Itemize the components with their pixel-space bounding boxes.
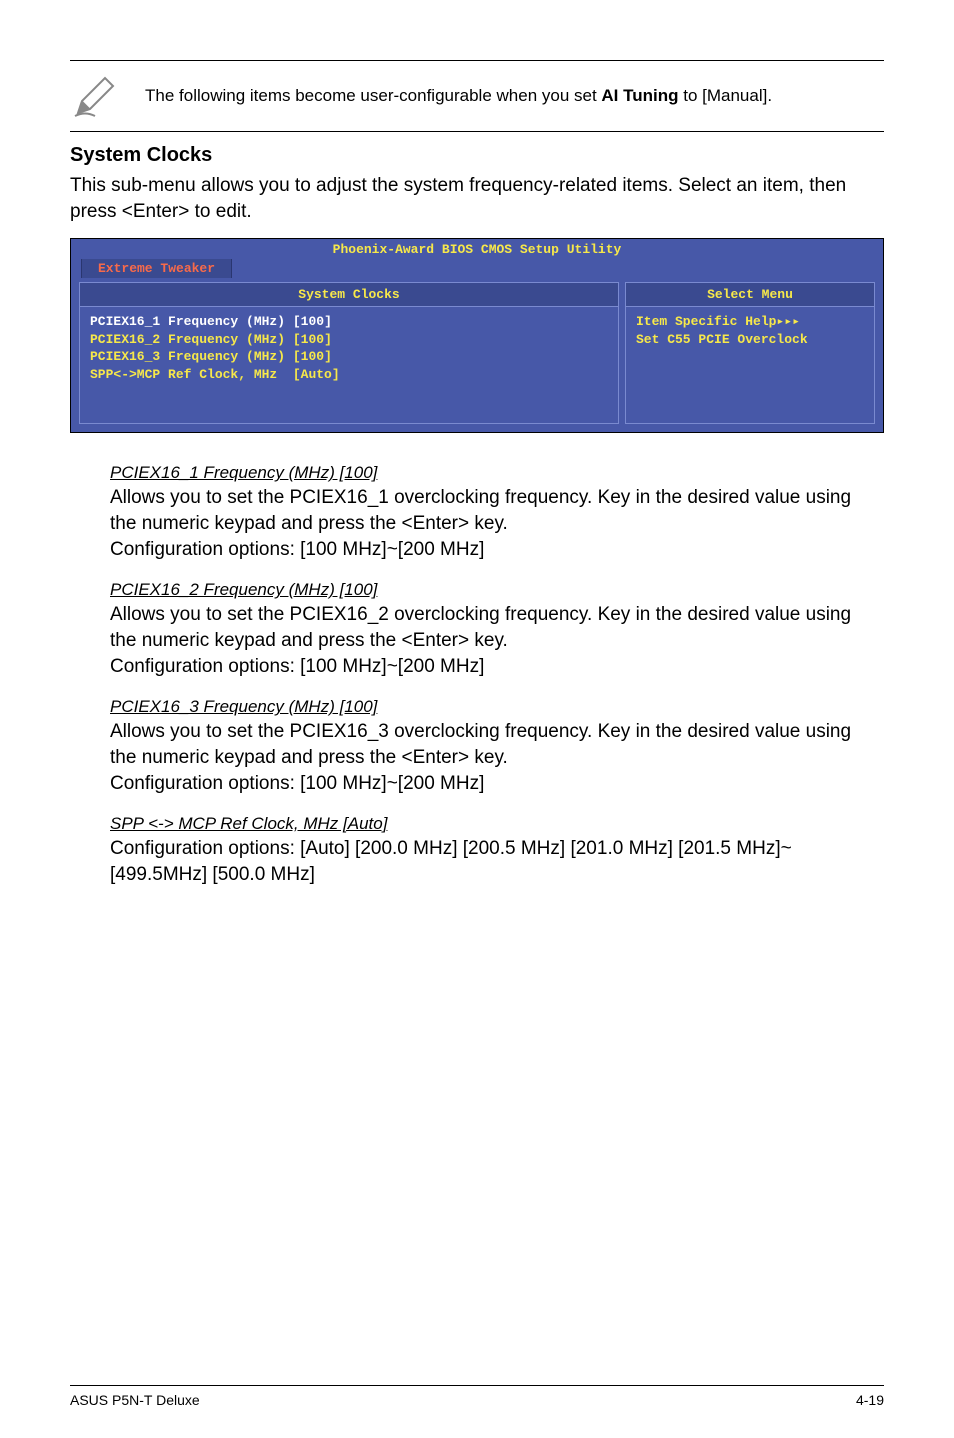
page-footer: ASUS P5N-T Deluxe 4-19: [70, 1385, 884, 1408]
bios-row-3-value: [Auto]: [293, 367, 340, 382]
config-item-title: SPP <-> MCP Ref Clock, MHz [Auto]: [110, 814, 864, 834]
bios-screenshot: Phoenix-Award BIOS CMOS Setup Utility Ex…: [70, 238, 884, 433]
config-item-title: PCIEX16_3 Frequency (MHz) [100]: [110, 697, 864, 717]
bios-row-1-label: PCIEX16_2 Frequency (MHz): [90, 332, 285, 347]
footer-right: 4-19: [856, 1392, 884, 1408]
note-text-bold: AI Tuning: [601, 86, 678, 105]
bios-right-panel: Select Menu Item Specific Help▸▸▸ Set C5…: [625, 282, 875, 424]
bios-row-2-value: [100]: [293, 349, 332, 364]
bios-title: Phoenix-Award BIOS CMOS Setup Utility: [71, 239, 883, 259]
bios-row-3-label: SPP<->MCP Ref Clock, MHz: [90, 367, 277, 382]
config-item-3: SPP <-> MCP Ref Clock, MHz [Auto] Config…: [70, 814, 884, 887]
bios-row-1-value: [100]: [293, 332, 332, 347]
bios-row-0-label: PCIEX16_1 Frequency (MHz): [90, 314, 285, 329]
bios-tab-row: Extreme Tweaker: [71, 259, 883, 282]
config-item-body: Allows you to set the PCIEX16_3 overcloc…: [110, 719, 864, 796]
config-item-2: PCIEX16_3 Frequency (MHz) [100] Allows y…: [70, 697, 884, 796]
note-text-after: to [Manual].: [679, 86, 773, 105]
bios-left-header: System Clocks: [80, 283, 618, 307]
pencil-note-icon: [70, 71, 120, 121]
config-item-body: Configuration options: [Auto] [200.0 MHz…: [110, 836, 864, 887]
note-text-before: The following items become user-configur…: [145, 86, 601, 105]
bios-row-0-value: [100]: [293, 314, 332, 329]
config-item-0: PCIEX16_1 Frequency (MHz) [100] Allows y…: [70, 463, 884, 562]
config-item-title: PCIEX16_1 Frequency (MHz) [100]: [110, 463, 864, 483]
bios-right-header: Select Menu: [626, 283, 874, 307]
bios-help-line2: Set C55 PCIE Overclock: [636, 331, 864, 349]
config-item-1: PCIEX16_2 Frequency (MHz) [100] Allows y…: [70, 580, 884, 679]
bios-tab-active: Extreme Tweaker: [81, 259, 232, 278]
bios-main-area: System Clocks PCIEX16_1 Frequency (MHz) …: [71, 282, 883, 432]
config-item-body: Allows you to set the PCIEX16_1 overcloc…: [110, 485, 864, 562]
bios-left-panel: System Clocks PCIEX16_1 Frequency (MHz) …: [79, 282, 619, 424]
config-item-title: PCIEX16_2 Frequency (MHz) [100]: [110, 580, 864, 600]
section-heading: System Clocks: [70, 144, 884, 167]
footer-left: ASUS P5N-T Deluxe: [70, 1392, 200, 1408]
bios-right-content: Item Specific Help▸▸▸ Set C55 PCIE Overc…: [626, 307, 874, 388]
note-section: The following items become user-configur…: [70, 60, 884, 132]
bios-left-content: PCIEX16_1 Frequency (MHz) [100] PCIEX16_…: [80, 307, 618, 423]
section-description: This sub-menu allows you to adjust the s…: [70, 173, 884, 224]
bios-help-line1: Item Specific Help▸▸▸: [636, 313, 864, 331]
bios-row-2-label: PCIEX16_3 Frequency (MHz): [90, 349, 285, 364]
config-item-body: Allows you to set the PCIEX16_2 overcloc…: [110, 602, 864, 679]
note-text: The following items become user-configur…: [145, 84, 772, 108]
